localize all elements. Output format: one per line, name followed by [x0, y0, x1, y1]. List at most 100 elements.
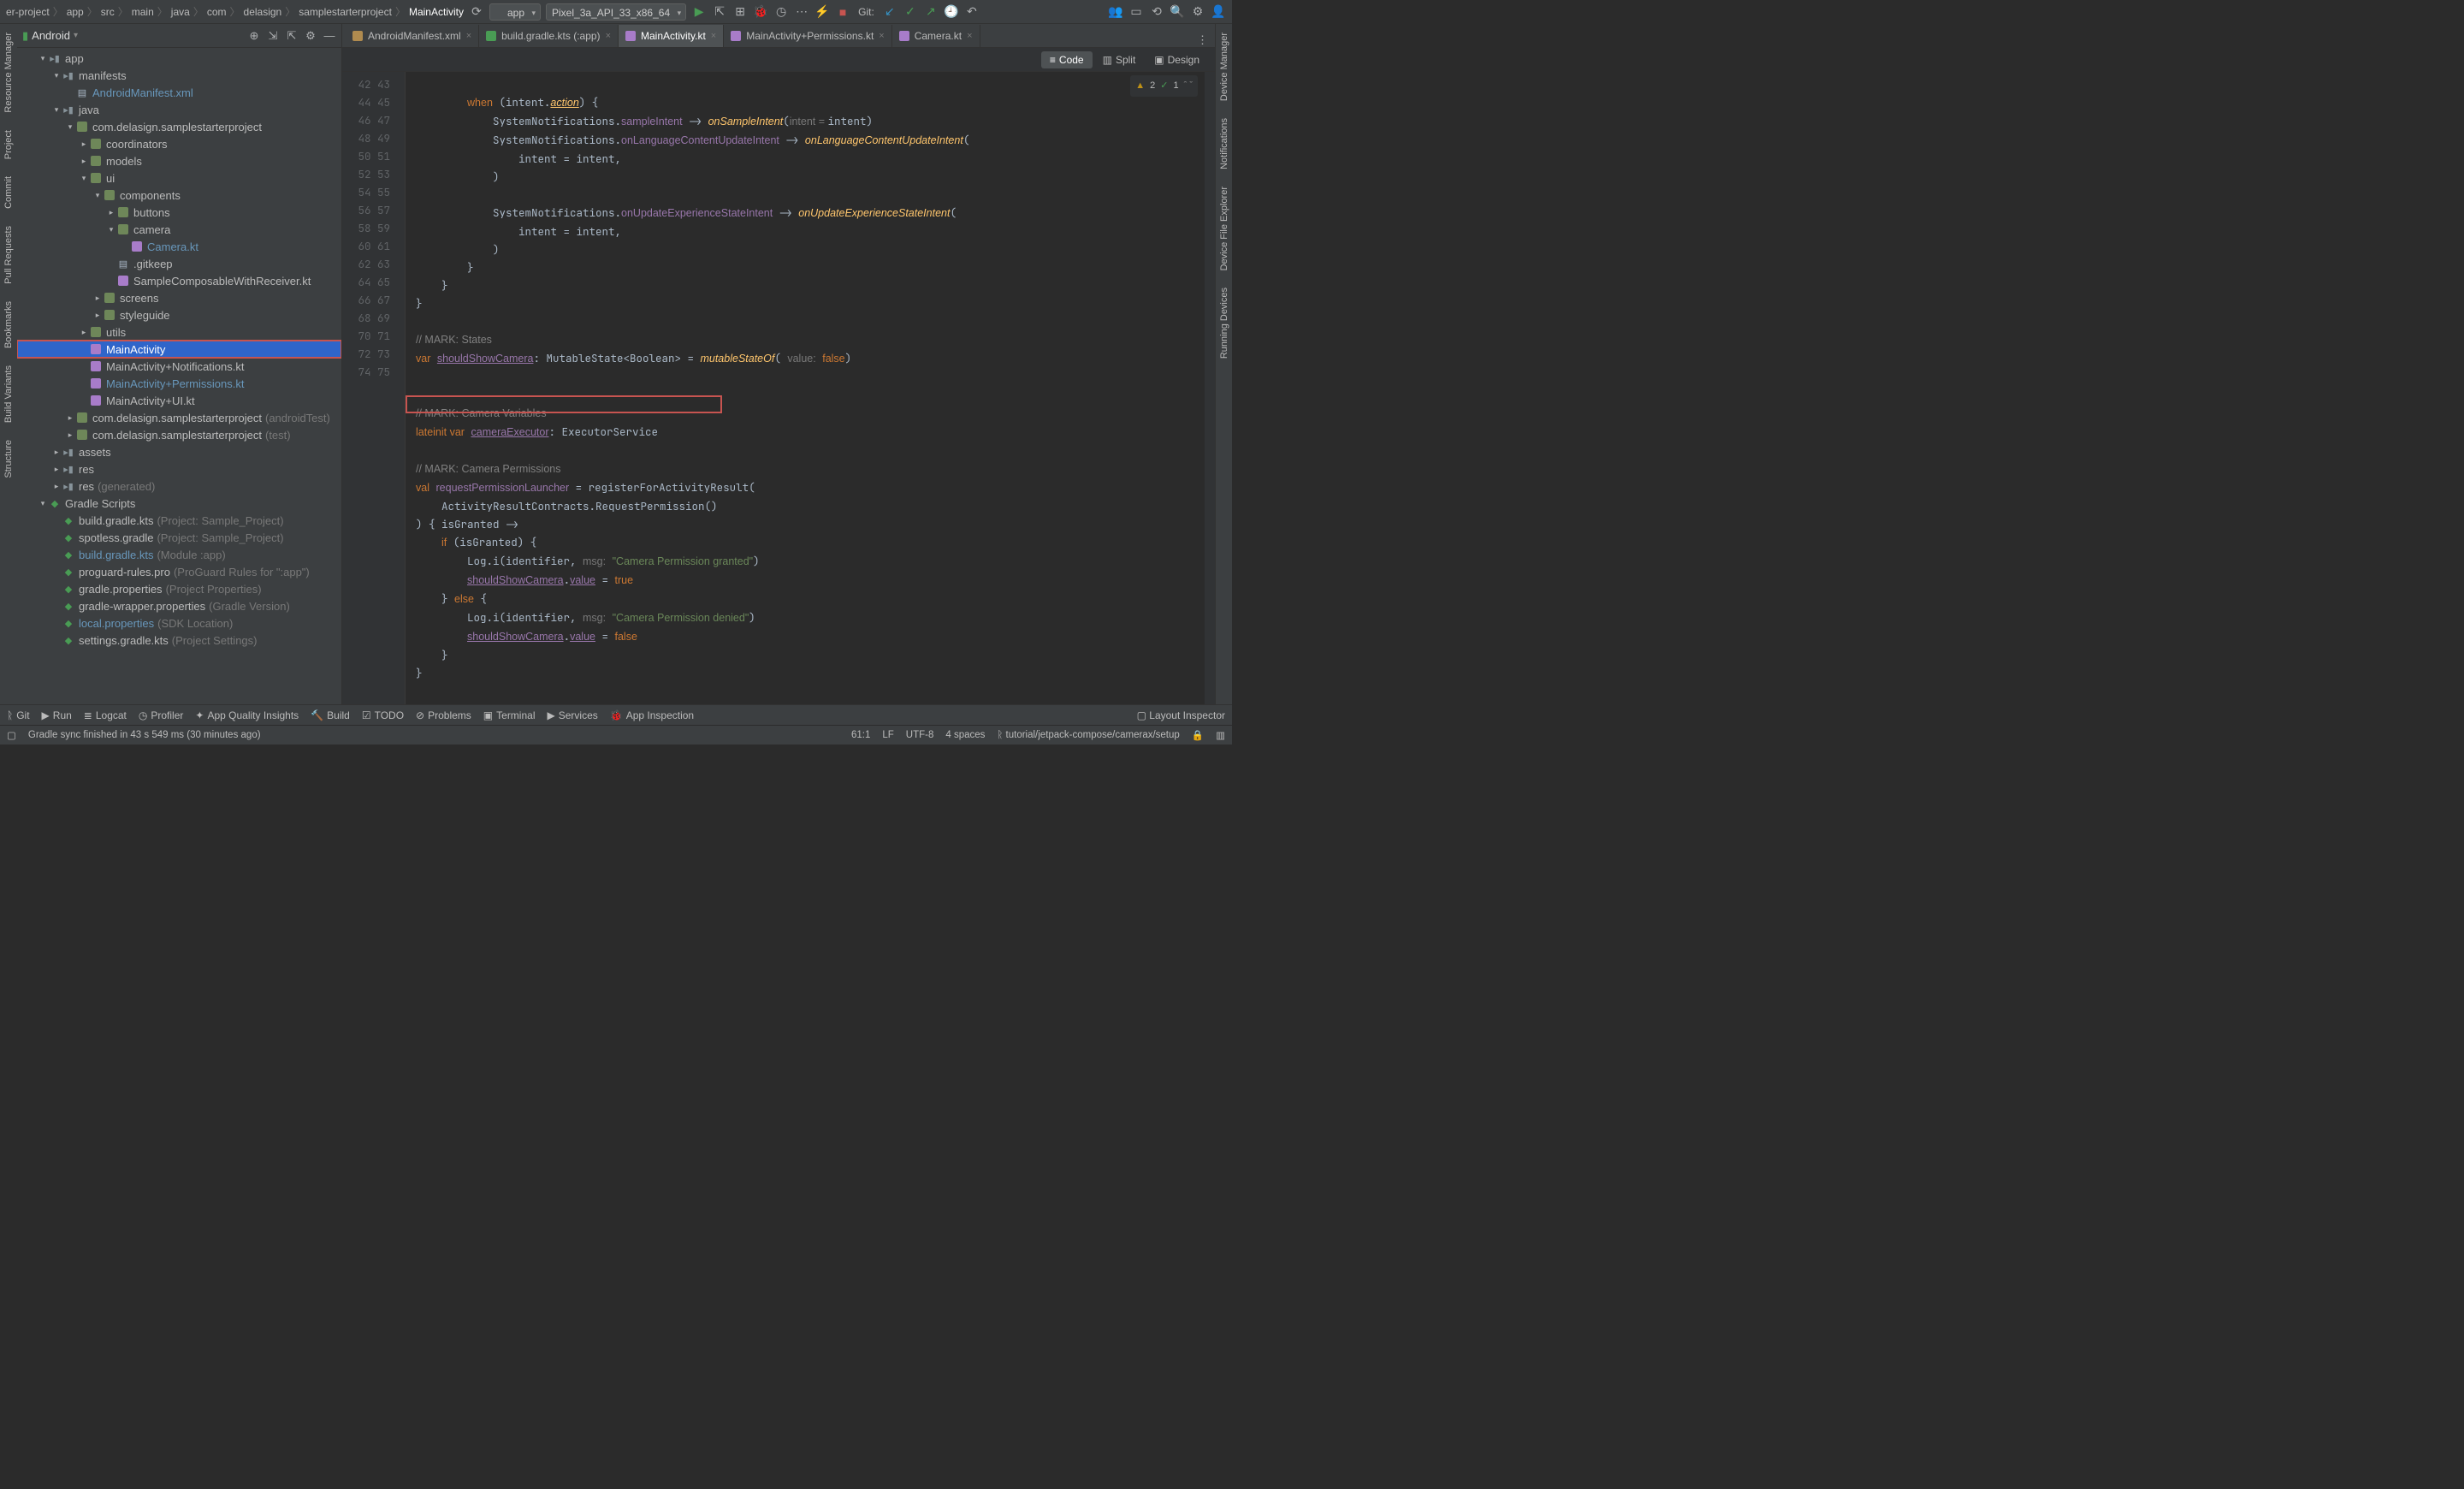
sync-project-icon[interactable]: ⟲: [1149, 4, 1164, 20]
tree-node[interactable]: ◆gradle-wrapper.properties(Gradle Versio…: [17, 597, 341, 614]
more-run-icon[interactable]: ⋯: [794, 4, 809, 20]
indent-setting[interactable]: 4 spaces: [945, 730, 985, 740]
view-mode-design[interactable]: ▣ Design: [1146, 51, 1208, 68]
git-commit-icon[interactable]: ✓: [903, 4, 918, 20]
bottom-tool-tab[interactable]: ▶Run: [42, 709, 72, 721]
tool-window-tab[interactable]: Bookmarks: [2, 296, 15, 353]
disclosure-icon[interactable]: ▾: [51, 105, 62, 115]
editor-tab[interactable]: MainActivity+Permissions.kt×: [724, 25, 891, 47]
tree-node[interactable]: Camera.kt: [17, 238, 341, 255]
tree-node[interactable]: ▾▸▮app: [17, 50, 341, 67]
disclosure-icon[interactable]: ▸: [51, 482, 62, 491]
close-icon[interactable]: ×: [879, 31, 884, 41]
inspection-widget[interactable]: ▲2 ✓1 ˆ ˇ: [1130, 75, 1198, 97]
bottom-tool-tab[interactable]: ᚱGit: [7, 709, 30, 721]
disclosure-icon[interactable]: ▸: [51, 448, 62, 457]
line-separator[interactable]: LF: [882, 730, 893, 740]
tabs-menu-icon[interactable]: ⋮: [1190, 33, 1215, 47]
close-icon[interactable]: ×: [606, 31, 611, 41]
line-gutter[interactable]: 42 43 44 45 46 47 48 49 50 51 52 53 54 5…: [342, 72, 394, 704]
breadcrumb-item[interactable]: src: [98, 6, 117, 18]
bottom-tool-tab[interactable]: ▶Services: [548, 709, 598, 721]
close-icon[interactable]: ×: [466, 31, 471, 41]
bottom-tool-tab[interactable]: ≣Logcat: [84, 709, 127, 721]
tool-window-tab[interactable]: Pull Requests: [2, 221, 15, 289]
disclosure-icon[interactable]: ▸: [51, 465, 62, 474]
bottom-tool-tab[interactable]: ✦App Quality Insights: [195, 709, 299, 721]
tree-node[interactable]: MainActivity+Permissions.kt: [17, 375, 341, 392]
history-icon[interactable]: 🕘: [944, 4, 959, 20]
tree-node[interactable]: ◆gradle.properties(Project Properties): [17, 580, 341, 597]
tree-node[interactable]: ◆build.gradle.kts(Project: Sample_Projec…: [17, 512, 341, 529]
lock-icon[interactable]: 🔒: [1192, 729, 1204, 741]
tool-window-tab[interactable]: Project: [2, 125, 15, 164]
code-content[interactable]: ▲2 ✓1 ˆ ˇ when (intent.action) { SystemN…: [406, 72, 1215, 704]
tree-node[interactable]: ▤AndroidManifest.xml: [17, 84, 341, 101]
tree-node[interactable]: ◆proguard-rules.pro(ProGuard Rules for "…: [17, 563, 341, 580]
tree-node[interactable]: ▸coordinators: [17, 135, 341, 152]
device-select[interactable]: Pixel_3a_API_33_x86_64: [546, 3, 686, 21]
bottom-tool-tab[interactable]: ☑TODO: [362, 709, 404, 721]
disclosure-icon[interactable]: ▾: [79, 174, 89, 183]
code-editor[interactable]: 42 43 44 45 46 47 48 49 50 51 52 53 54 5…: [342, 72, 1215, 704]
close-icon[interactable]: ×: [711, 31, 716, 41]
tree-node[interactable]: ▾▸▮java: [17, 101, 341, 118]
tree-node[interactable]: ◆spotless.gradle(Project: Sample_Project…: [17, 529, 341, 546]
breadcrumbs[interactable]: er-project〉app〉src〉main〉java〉com〉delasig…: [3, 4, 466, 19]
breadcrumb-item[interactable]: MainActivity: [406, 6, 466, 18]
tool-window-tab[interactable]: Notifications: [1217, 113, 1231, 175]
editor-tabs[interactable]: AndroidManifest.xml×build.gradle.kts (:a…: [342, 24, 1215, 48]
tree-node[interactable]: ▸styleguide: [17, 306, 341, 323]
git-push-icon[interactable]: ↗: [923, 4, 939, 20]
code-with-me-icon[interactable]: 👥: [1108, 4, 1123, 20]
tree-node[interactable]: ◆build.gradle.kts(Module :app): [17, 546, 341, 563]
breadcrumb-item[interactable]: java: [169, 6, 192, 18]
breadcrumb-item[interactable]: er-project: [3, 6, 52, 18]
tree-node[interactable]: ▸▸▮assets: [17, 443, 341, 460]
disclosure-icon[interactable]: ▸: [79, 328, 89, 337]
project-view-title[interactable]: Android: [32, 29, 70, 42]
editor-tab[interactable]: Camera.kt×: [892, 25, 980, 47]
git-pull-icon[interactable]: ↙: [882, 4, 897, 20]
tool-window-tab[interactable]: Device Manager: [1217, 27, 1231, 106]
tree-node[interactable]: ▾ui: [17, 169, 341, 187]
tree-node[interactable]: SampleComposableWithReceiver.kt: [17, 272, 341, 289]
editor-tab[interactable]: AndroidManifest.xml×: [346, 25, 479, 47]
bottom-tool-tab[interactable]: ◷Profiler: [139, 709, 184, 721]
tool-window-tab[interactable]: Device File Explorer: [1217, 181, 1231, 276]
breadcrumb-item[interactable]: delasign: [241, 6, 285, 18]
tree-node[interactable]: ◆local.properties(SDK Location): [17, 614, 341, 632]
disclosure-icon[interactable]: ▾: [65, 122, 75, 132]
tool-window-tab[interactable]: Structure: [2, 435, 15, 483]
view-mode-code[interactable]: ≡ Code: [1041, 51, 1093, 68]
breadcrumb-item[interactable]: com: [204, 6, 229, 18]
breadcrumb-item[interactable]: main: [129, 6, 157, 18]
disclosure-icon[interactable]: ▾: [106, 225, 116, 234]
profile-icon[interactable]: ◷: [773, 4, 789, 20]
tool-window-tab[interactable]: Running Devices: [1217, 282, 1231, 364]
tree-node[interactable]: ▸com.delasign.samplestarterproject(test): [17, 426, 341, 443]
tree-node[interactable]: ▾com.delasign.samplestarterproject: [17, 118, 341, 135]
tree-node[interactable]: ▾◆Gradle Scripts: [17, 495, 341, 512]
tool-window-tab[interactable]: Build Variants: [2, 360, 15, 428]
tree-node[interactable]: MainActivity: [17, 341, 341, 358]
target-icon[interactable]: ⊕: [247, 29, 261, 43]
tool-windows-icon[interactable]: ▢: [7, 729, 16, 741]
layout-inspector-tab[interactable]: ▢ Layout Inspector: [1137, 709, 1225, 721]
hide-icon[interactable]: —: [323, 29, 336, 43]
disclosure-icon[interactable]: ▸: [92, 294, 103, 303]
memory-indicator-icon[interactable]: ▥: [1216, 729, 1225, 741]
tree-node[interactable]: ▤.gitkeep: [17, 255, 341, 272]
bottom-tool-tab[interactable]: 🔨Build: [311, 709, 350, 721]
fold-column[interactable]: [394, 72, 406, 704]
device-manager-icon[interactable]: ▭: [1128, 4, 1144, 20]
settings-icon[interactable]: ⚙: [1190, 4, 1205, 20]
coverage-icon[interactable]: ⊞: [732, 4, 748, 20]
tree-node[interactable]: ▸▸▮res: [17, 460, 341, 478]
tree-node[interactable]: ▸▸▮res(generated): [17, 478, 341, 495]
disclosure-icon[interactable]: ▸: [65, 413, 75, 423]
tree-node[interactable]: ▸com.delasign.samplestarterproject(andro…: [17, 409, 341, 426]
tree-node[interactable]: ▸buttons: [17, 204, 341, 221]
gear-icon[interactable]: ⚙: [304, 29, 317, 43]
disclosure-icon[interactable]: ▸: [79, 139, 89, 149]
